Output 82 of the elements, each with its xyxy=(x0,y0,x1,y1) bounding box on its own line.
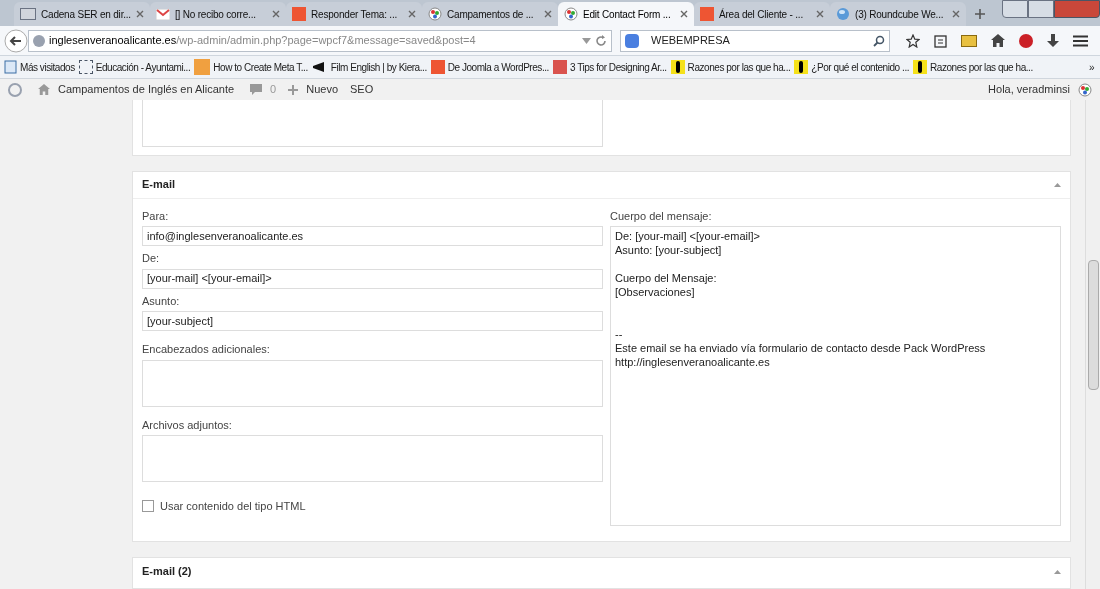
colorful-circle-icon xyxy=(564,7,578,21)
close-icon[interactable] xyxy=(952,10,960,18)
mail-icon xyxy=(156,8,170,20)
bookmark-item[interactable]: Educación - Ayuntami... xyxy=(78,59,191,75)
site-name-link[interactable]: Campamentos de Inglés en Alicante xyxy=(58,81,235,98)
page-icon xyxy=(4,60,17,74)
scrollbar[interactable] xyxy=(1085,100,1100,589)
bookmark-item[interactable]: Razones por las que ha... xyxy=(913,59,1033,75)
reload-icon[interactable] xyxy=(595,34,607,47)
checkbox-label: Usar contenido del tipo HTML xyxy=(160,499,306,515)
collapse-icon[interactable] xyxy=(1054,182,1061,187)
comment-icon[interactable] xyxy=(250,83,263,96)
bookmark-item[interactable]: Razones por las que ha... xyxy=(670,59,791,75)
input-field[interactable]: [your-mail] <[your-email]> xyxy=(142,268,603,289)
field-label: Asunto: xyxy=(142,293,181,309)
tab-title: Área del Cliente - ... xyxy=(719,7,804,22)
wordpress-logo-icon[interactable] xyxy=(8,82,22,97)
message-body-field[interactable]: De: [your-mail] <[your-email]> Asunto: [your-subject] Cuerpo del Mensaje: [Observaciones] -- Este email se ha enviado vía formulario de contacto desde Pack WordPress http://inglesenveranoalicante.es xyxy=(610,226,1061,527)
textarea-field[interactable] xyxy=(142,435,603,483)
close-icon[interactable] xyxy=(272,10,280,18)
tab-title: Edit Contact Form ... xyxy=(583,7,672,22)
search-value: WEBEMPRESA xyxy=(650,33,731,49)
panel-title: E-mail (2) xyxy=(142,564,193,580)
url-text: inglesenveranoalicante.es/wp-admin/admin.php?page=wpcf7&message=saved&post=4 xyxy=(49,33,476,49)
tab-title: Campamentos de ... xyxy=(447,7,535,22)
browser-tab[interactable]: [] No recibo corre... xyxy=(150,2,286,26)
checkbox[interactable] xyxy=(142,500,154,513)
browser-tab[interactable]: Cadena SER en dir... xyxy=(14,2,150,26)
input-field[interactable]: info@inglesenveranoalicante.es xyxy=(142,226,603,247)
minimize-icon[interactable] xyxy=(1002,0,1028,18)
browser-tab[interactable]: Campamentos de ... xyxy=(422,2,558,26)
tab-title: Cadena SER en dir... xyxy=(41,7,131,22)
comment-count: 0 xyxy=(270,82,277,98)
tab-title: (3) Roundcube We... xyxy=(855,7,945,22)
close-icon[interactable] xyxy=(408,10,416,18)
browser-tab[interactable]: Responder Tema: ... xyxy=(286,2,422,26)
dashed-square-icon xyxy=(78,60,93,74)
restore-icon[interactable] xyxy=(1028,0,1054,18)
address-field[interactable]: inglesenveranoalicante.es/wp-admin/admin.php?page=wpcf7&message=saved&post=4 xyxy=(28,29,612,52)
clipboard-icon[interactable] xyxy=(934,33,947,48)
back-icon[interactable] xyxy=(4,28,28,53)
field-label: Cuerpo del mensaje: xyxy=(610,208,713,224)
field-label: Encabezados adicionales: xyxy=(142,342,271,358)
star-icon[interactable] xyxy=(906,33,920,48)
dropdown-icon[interactable] xyxy=(582,37,591,44)
bookmark-item[interactable]: 3 Tips for Designing Ar... xyxy=(552,59,667,75)
search-engine-icon[interactable] xyxy=(625,33,639,48)
bookmark-item[interactable]: ¿Por qué el contenido ... xyxy=(794,59,910,75)
bookmark-item[interactable]: Más visitados xyxy=(4,59,75,75)
field-label: Para: xyxy=(142,208,170,224)
more-bookmarks-button[interactable]: » xyxy=(1088,59,1094,75)
download-icon[interactable] xyxy=(1047,33,1059,48)
bookmark-item[interactable]: Film English | by Kiera... xyxy=(311,59,427,75)
browser-tab[interactable]: Edit Contact Form ... xyxy=(558,2,694,26)
textarea-field[interactable] xyxy=(142,359,603,407)
close-icon[interactable] xyxy=(816,10,824,18)
field-label: Archivos adjuntos: xyxy=(142,417,233,433)
plus-icon[interactable] xyxy=(288,84,299,95)
tab-title: [] No recibo corre... xyxy=(175,7,257,22)
seo-link[interactable]: SEO xyxy=(350,81,374,98)
greeting-link[interactable]: Hola, veradminsi xyxy=(988,81,1070,98)
browser-tab[interactable]: Área del Cliente - ... xyxy=(694,2,830,26)
home-icon[interactable] xyxy=(991,34,1005,47)
collapse-icon[interactable] xyxy=(1054,569,1061,574)
field-label: De: xyxy=(142,251,161,267)
search-icon[interactable] xyxy=(873,34,885,47)
menu-icon[interactable] xyxy=(1073,34,1088,47)
close-icon[interactable] xyxy=(680,10,688,18)
colorful-circle-icon xyxy=(1078,82,1092,97)
panel-title: E-mail xyxy=(142,177,176,193)
search-field[interactable]: WEBEMPRESA xyxy=(620,29,890,52)
close-icon[interactable] xyxy=(136,10,144,18)
bookmark-item[interactable]: De Joomla a WordPres... xyxy=(430,59,549,75)
new-tab-icon[interactable] xyxy=(974,8,986,20)
bookmark-item[interactable]: How to Create Meta T... xyxy=(194,59,308,75)
new-link[interactable]: Nuevo xyxy=(306,81,339,98)
browser-tab[interactable]: (3) Roundcube We... xyxy=(830,2,966,26)
input-field[interactable]: [your-subject] xyxy=(142,311,603,332)
colorful-circle-icon xyxy=(428,7,442,21)
close-icon[interactable] xyxy=(544,10,552,18)
textarea-field[interactable] xyxy=(142,100,603,147)
tab-title: Responder Tema: ... xyxy=(311,7,399,22)
